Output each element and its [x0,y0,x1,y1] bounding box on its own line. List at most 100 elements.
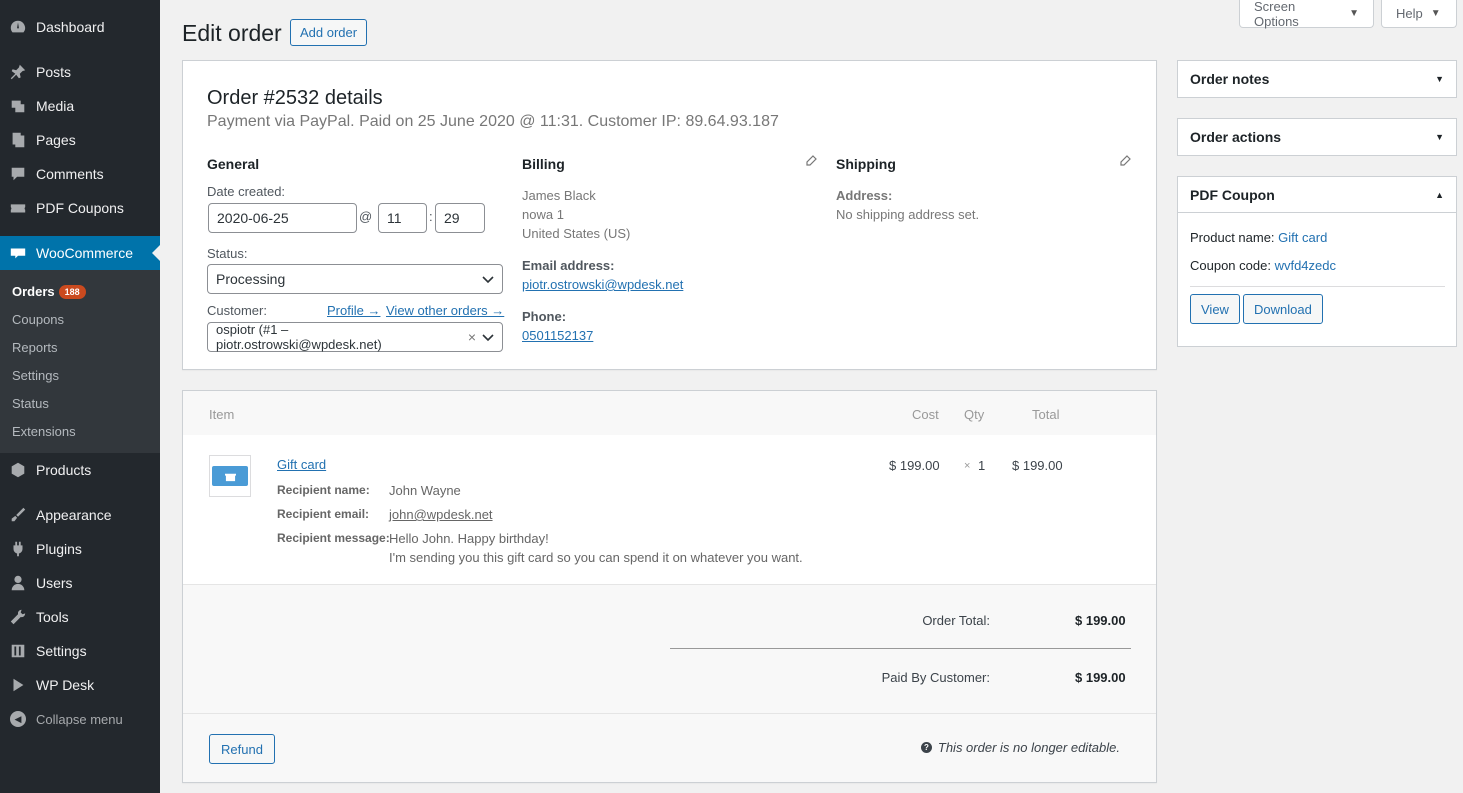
date-created-label: Date created: [207,184,286,199]
submenu-settings[interactable]: Settings [12,368,59,383]
hour-input[interactable]: 11 [378,203,427,233]
recipient-message-line1: Hello John. Happy birthday! [389,531,549,546]
orders-count-badge: 188 [58,285,86,299]
menu-appearance[interactable]: Appearance [0,498,160,532]
customer-select[interactable]: ospiotr (#1 – piotr.ostrowski@wpdesk.net… [207,322,503,352]
view-other-orders-link[interactable]: View other orders → [386,303,504,318]
recipient-name-value: John Wayne [389,483,461,498]
caret-up-icon[interactable]: ▲ [1435,190,1444,200]
refund-button[interactable]: Refund [209,734,275,764]
help-button[interactable]: Help ▼ [1381,0,1457,28]
recipient-email-link[interactable]: john@wpdesk.net [389,507,493,522]
menu-label: Products [36,462,92,478]
help-circle-icon: ? [920,742,932,753]
menu-pdf-coupons[interactable]: PDF Coupons [0,191,160,225]
menu-label: Dashboard [36,19,105,35]
pdf-coupon-title: PDF Coupon [1190,186,1275,203]
shipping-address-label: Address: [836,188,893,203]
order-notes-box: Order notes ▼ [1177,60,1457,98]
status-value: Processing [216,271,286,287]
order-actions-box: Order actions ▼ [1177,118,1457,156]
column-cost: Cost [912,407,939,422]
menu-label: WooCommerce [36,245,133,261]
help-label: Help [1396,6,1423,21]
minute-input[interactable]: 29 [435,203,485,233]
submenu-label: Orders [12,284,55,299]
menu-label: Pages [36,132,76,148]
paid-by-customer-label: Paid By Customer: [881,670,990,685]
submenu-orders[interactable]: Orders 188 [12,284,86,299]
shipping-address-value: No shipping address set. [836,207,980,222]
clear-customer-icon[interactable]: × [468,329,476,345]
add-order-button[interactable]: Add order [290,19,368,46]
items-footer: Refund ? This order is no longer editabl… [183,714,1156,782]
woocommerce-submenu: Orders 188 Coupons Reports Settings Statu… [0,270,160,453]
menu-comments[interactable]: Comments [0,157,160,191]
email-label: Email address: [522,258,615,273]
edit-shipping-pencil-icon[interactable] [1119,155,1131,167]
coupon-code-link[interactable]: wvfd4zedc [1275,258,1336,273]
collapse-menu-label: Collapse menu [36,711,123,727]
menu-label: PDF Coupons [36,200,124,216]
menu-media[interactable]: Media [0,89,160,123]
submenu-coupons[interactable]: Coupons [12,312,64,327]
recipient-message-line2: I'm sending you this gift card so you ca… [389,550,803,565]
product-name-line: Product name: Gift card [1190,230,1327,245]
order-actions-header[interactable]: Order actions ▼ [1178,119,1456,155]
paid-by-customer-value: $ 199.00 [1075,670,1126,685]
menu-label: Users [36,575,73,591]
menu-label: Appearance [36,507,112,523]
media-icon [0,97,36,115]
order-data-panel: Order #2532 details Payment via PayPal. … [182,60,1157,370]
item-name-link[interactable]: Gift card [277,457,326,472]
menu-posts[interactable]: Posts [0,55,160,89]
menu-label: Comments [36,166,104,182]
view-coupon-button[interactable]: View [1190,294,1240,324]
status-select[interactable]: Processing [207,264,503,294]
chevron-down-icon [482,276,494,284]
billing-email-link[interactable]: piotr.ostrowski@wpdesk.net [522,277,683,292]
caret-down-icon[interactable]: ▼ [1435,74,1444,84]
coupon-icon [0,199,36,217]
menu-settings[interactable]: Settings [0,634,160,668]
edit-billing-pencil-icon[interactable] [805,155,817,167]
submenu-reports[interactable]: Reports [12,340,58,355]
billing-name: James Black [522,188,596,203]
column-qty: Qty [964,407,985,422]
caret-down-icon[interactable]: ▼ [1435,132,1444,142]
submenu-status[interactable]: Status [12,396,49,411]
menu-label: Plugins [36,541,82,557]
woocommerce-icon [0,244,36,262]
order-totals: Order Total: $ 199.00 Paid By Customer: … [183,584,1156,714]
product-name-link[interactable]: Gift card [1278,230,1327,245]
menu-users[interactable]: Users [0,566,160,600]
billing-phone-link[interactable]: 0501152137 [522,328,593,343]
wrench-icon [0,608,36,626]
menu-dashboard[interactable]: Dashboard [0,10,160,44]
product-name-label: Product name: [1190,230,1275,245]
menu-products[interactable]: Products [0,453,160,487]
plug-icon [0,540,36,558]
order-heading: Order #2532 details [207,87,383,109]
date-created-input[interactable]: 2020-06-25 [208,203,357,233]
menu-tools[interactable]: Tools [0,600,160,634]
collapse-menu-button[interactable]: ◀ Collapse menu [0,702,160,736]
screen-options-button[interactable]: Screen Options ▼ [1239,0,1374,29]
customer-value: ospiotr (#1 – piotr.ostrowski@wpdesk.net… [216,322,382,352]
menu-label: Media [36,98,75,114]
submenu-extensions[interactable]: Extensions [12,424,76,439]
order-actions-title: Order actions [1190,129,1282,145]
menu-pages[interactable]: Pages [0,123,160,157]
profile-link[interactable]: Profile → [327,303,380,318]
menu-woocommerce[interactable]: WooCommerce [0,236,160,270]
shipping-title: Shipping [836,156,896,172]
menu-label: WP Desk [36,677,95,693]
dashboard-icon [0,18,36,36]
order-notes-header[interactable]: Order notes ▼ [1178,61,1456,97]
menu-wp-desk[interactable]: WP Desk [0,668,160,702]
status-label: Status: [207,246,248,261]
download-coupon-button[interactable]: Download [1243,294,1323,324]
menu-plugins[interactable]: Plugins [0,532,160,566]
pdf-coupon-header[interactable]: PDF Coupon ▲ [1178,177,1456,213]
recipient-email-label: Recipient email: [277,507,370,521]
